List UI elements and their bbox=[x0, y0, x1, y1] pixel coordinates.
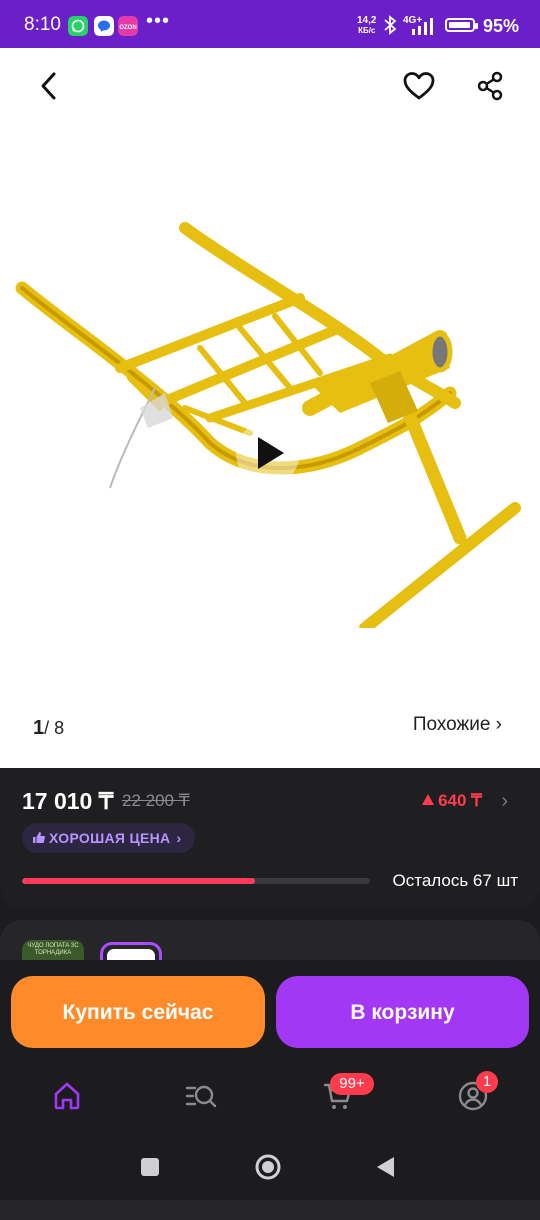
current-price: 17 010 ₸ bbox=[22, 788, 114, 814]
messenger-icon bbox=[94, 16, 114, 36]
similar-link[interactable]: Похожие › bbox=[413, 714, 502, 736]
product-gallery[interactable]: 1/ 8 Похожие › bbox=[0, 48, 540, 768]
profile-notification-badge: 1 bbox=[476, 1071, 498, 1093]
old-price: 22 200 ₸ bbox=[122, 791, 190, 810]
svg-text:OZON: OZON bbox=[119, 25, 136, 31]
status-bar: 8:10 OZON ••• 14,2 КБ/с 4G+ 95% bbox=[0, 0, 540, 48]
bluetooth-icon bbox=[384, 15, 397, 35]
stock-progress bbox=[22, 878, 370, 884]
catalog-search-icon[interactable] bbox=[185, 1080, 217, 1112]
back-triangle-icon[interactable] bbox=[374, 1155, 396, 1179]
image-counter: 1/ 8 bbox=[33, 717, 65, 739]
variant-thumbnail[interactable]: ЧУДО ЛОПАТА 3С ТОРНАДИКА bbox=[22, 940, 84, 962]
thumbs-up-icon bbox=[33, 832, 45, 843]
battery-icon bbox=[445, 18, 478, 32]
chevron-right-icon[interactable]: › bbox=[501, 790, 508, 813]
stock-left: Осталось 67 шт bbox=[392, 871, 518, 890]
network-speed: 14,2 КБ/с bbox=[357, 15, 377, 36]
status-time: 8:10 bbox=[24, 14, 61, 35]
product-image[interactable] bbox=[10, 208, 530, 628]
arrow-up-icon bbox=[422, 794, 435, 805]
home-icon[interactable] bbox=[51, 1080, 83, 1112]
price-change[interactable]: 640 ₸ bbox=[422, 791, 482, 811]
good-price-badge[interactable]: ХОРОШАЯ ЦЕНА › bbox=[22, 823, 196, 853]
buy-now-button[interactable]: Купить сейчас bbox=[11, 976, 265, 1048]
back-arrow-icon[interactable] bbox=[36, 70, 64, 102]
whatsapp-icon bbox=[68, 16, 88, 36]
heart-icon[interactable] bbox=[402, 70, 436, 102]
play-video-button[interactable] bbox=[236, 421, 300, 485]
variant-thumbnail-selected[interactable] bbox=[100, 942, 162, 962]
more-notifications-icon: ••• bbox=[146, 10, 171, 32]
stock-progress-fill bbox=[22, 878, 256, 884]
signal-icon bbox=[412, 18, 433, 35]
share-icon[interactable] bbox=[474, 70, 506, 102]
home-circle-icon[interactable] bbox=[254, 1153, 282, 1181]
battery-percent: 95% bbox=[483, 16, 520, 36]
cart-count-badge: 99+ bbox=[330, 1073, 374, 1095]
play-icon bbox=[258, 437, 284, 469]
add-to-cart-button[interactable]: В корзину bbox=[276, 976, 529, 1048]
recents-icon[interactable] bbox=[140, 1157, 160, 1177]
ozon-icon: OZON bbox=[118, 16, 138, 36]
chevron-right-icon: › bbox=[176, 830, 182, 846]
